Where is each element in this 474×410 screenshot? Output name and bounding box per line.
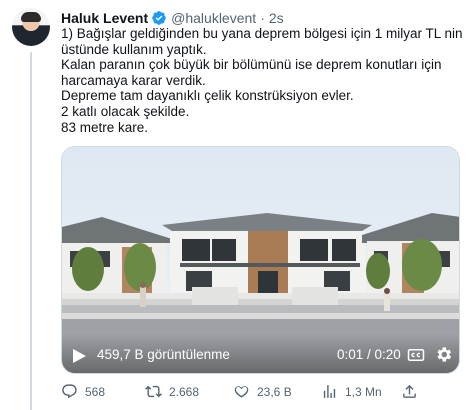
tweet-body: 1) Bağışlar geldiğinden bu yana deprem b…	[61, 26, 463, 135]
analytics-button[interactable]: 1,3 Mn	[321, 383, 382, 400]
author-avatar[interactable]	[12, 8, 50, 46]
tweet-line: harcamaya karar verdik.	[61, 72, 206, 88]
verified-badge-icon	[152, 11, 166, 25]
retweet-button[interactable]: 2.668	[145, 383, 199, 400]
video-view-count: 459,7 B görüntülenme	[97, 347, 230, 362]
video-duration: 0:01 / 0:20	[337, 347, 401, 362]
reply-icon	[62, 384, 77, 399]
play-icon[interactable]	[73, 349, 86, 363]
tweet-timestamp[interactable]: 2s	[269, 9, 284, 27]
tweet-actions-bar: 568 2.668 23,6 B 1,3 Mn	[61, 383, 461, 403]
tweet-line: Kalan paranın çok büyük bir bölümünü ise…	[61, 57, 442, 73]
captions-icon[interactable]	[407, 346, 425, 364]
like-button[interactable]: 23,6 B	[233, 383, 292, 400]
tweet-line: 83 metre kare.	[61, 119, 149, 135]
like-icon	[234, 386, 249, 398]
author-handle[interactable]: @haluklevent	[171, 9, 256, 27]
reply-button[interactable]: 568	[61, 383, 105, 400]
share-icon	[403, 384, 416, 398]
like-count: 23,6 B	[257, 384, 292, 399]
video-player[interactable]: 459,7 B görüntülenme 0:01 / 0:20	[61, 146, 460, 374]
analytics-icon	[323, 385, 336, 398]
retweet-count: 2.668	[169, 384, 200, 399]
settings-gear-icon[interactable]	[434, 345, 453, 364]
share-button[interactable]	[401, 383, 418, 400]
reply-count: 568	[85, 384, 106, 399]
header-separator: ·	[260, 10, 265, 26]
view-count: 1,3 Mn	[345, 384, 382, 399]
tweet-line: 1) Bağışlar geldiğinden bu yana deprem b…	[61, 26, 463, 41]
retweet-icon	[145, 385, 162, 398]
tweet-header: Haluk Levent @haluklevent · 2s	[61, 9, 284, 27]
thread-connector-line	[30, 52, 32, 410]
tweet-line: üstünde kullanım yaptık.	[61, 41, 207, 57]
author-name[interactable]: Haluk Levent	[61, 9, 148, 27]
tweet-line: Depreme tam dayanıklı çelik konstrüksiyo…	[61, 88, 354, 104]
tweet-line: 2 katlı olacak şekilde.	[61, 103, 190, 119]
